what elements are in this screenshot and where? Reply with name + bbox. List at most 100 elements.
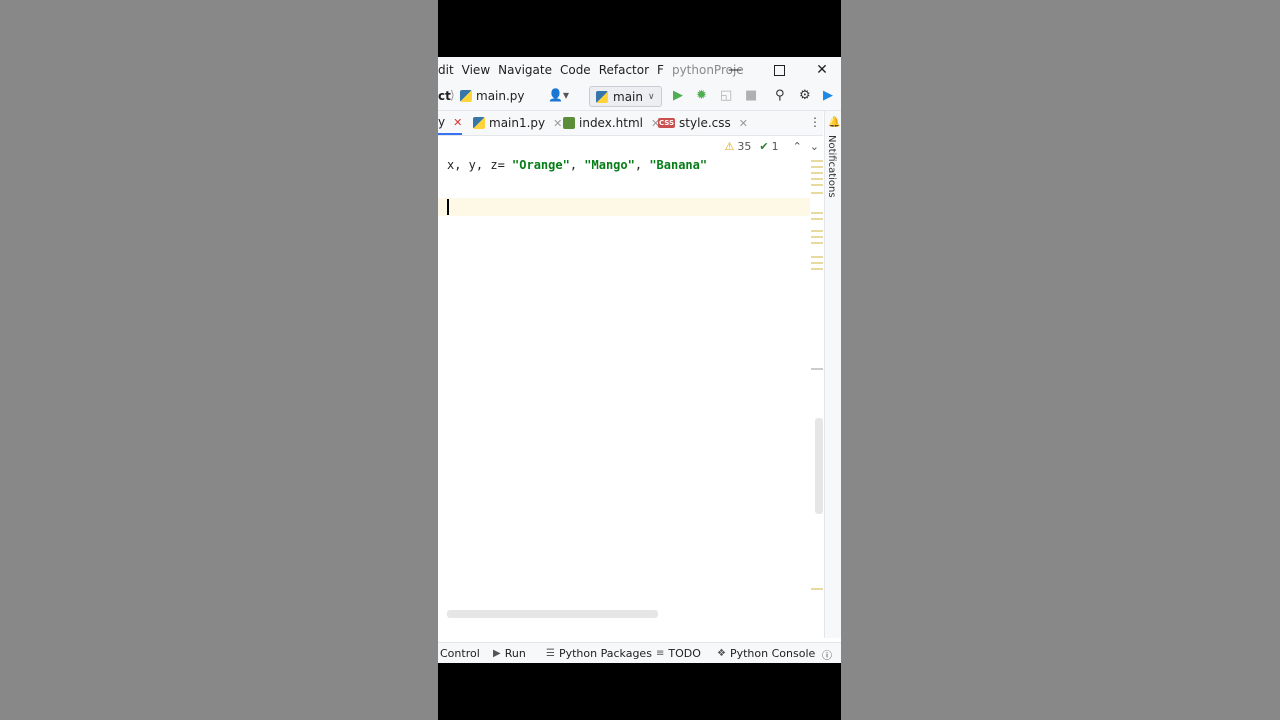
close-icon[interactable]: ✕ — [739, 117, 748, 130]
python-file-icon — [473, 117, 485, 129]
chevron-up-icon[interactable]: ⌃ — [793, 140, 802, 153]
toolbar: ct ⟩ main.py 👤▾ main ∨ ▶ ✹ ◱ ■ ⚲ ⚙ ▶ — [438, 83, 841, 111]
css-file-icon: CSS — [658, 118, 676, 128]
editor-tabs: y ✕ main1.py ✕ index.html ✕ CSS style.cs… — [438, 111, 823, 136]
tab-main-py[interactable]: y ✕ — [438, 111, 463, 135]
scroll-marker — [811, 236, 823, 238]
ide-window: dit View Navigate Code Refactor F python… — [438, 57, 841, 663]
maximize-icon — [773, 64, 785, 76]
scroll-marker — [811, 230, 823, 232]
more-tabs-icon[interactable]: ⋮ — [809, 115, 821, 129]
tool-version-control[interactable]: Control — [440, 647, 480, 660]
tab-index-html[interactable]: index.html ✕ — [563, 111, 660, 135]
layers-icon: ☰ — [546, 648, 555, 659]
python-console-icon: ❖ — [717, 648, 726, 659]
code-text: x, y, z= — [447, 158, 513, 172]
text-caret — [447, 199, 449, 215]
tool-python-packages[interactable]: ☰ Python Packages — [546, 647, 652, 660]
tool-problems[interactable]: ⓘ — [822, 647, 832, 662]
video-frame: dit View Navigate Code Refactor F python… — [438, 0, 841, 720]
run-icon[interactable]: ▶ — [673, 88, 683, 103]
python-file-icon — [460, 90, 472, 102]
tool-label: Python Packages — [558, 647, 652, 660]
breadcrumb-file-label: main.py — [476, 89, 525, 103]
current-line-highlight — [438, 198, 810, 216]
run-icon: ▶ — [493, 648, 501, 659]
scroll-marker — [811, 256, 823, 258]
python-icon — [596, 90, 608, 103]
debug-icon[interactable]: ✹ — [696, 88, 707, 103]
scroll-marker — [811, 268, 823, 270]
menu-code[interactable]: Code — [560, 63, 591, 77]
scroll-marker — [811, 184, 823, 186]
vertical-scrollbar[interactable] — [815, 418, 823, 514]
ok-indicator[interactable]: ✔ 1 — [759, 140, 778, 153]
chevron-down-icon[interactable]: ⌄ — [810, 140, 819, 153]
html-file-icon — [563, 117, 575, 129]
maximize-button[interactable] — [764, 57, 794, 83]
vcs-user-icon[interactable]: 👤▾ — [548, 88, 569, 102]
chevron-down-icon: ∨ — [647, 91, 655, 102]
scroll-marker — [811, 218, 823, 220]
scroll-marker — [811, 178, 823, 180]
breadcrumb-file[interactable]: main.py — [460, 89, 525, 103]
code-text: , — [634, 158, 650, 172]
code-line-1: x, y, z= "Orange", "Mango", "Banana" — [447, 158, 707, 172]
string-literal: "Mango" — [584, 158, 635, 172]
tool-python-console[interactable]: ❖ Python Console — [717, 647, 815, 660]
check-icon: ✔ — [759, 140, 769, 153]
info-icon: ⓘ — [822, 651, 832, 662]
minimize-icon: — — [728, 62, 742, 78]
bottom-tool-bar: Control ▶ Run ☰ Python Packages ≡ TODO ❖… — [438, 642, 841, 663]
close-icon[interactable]: ✕ — [553, 117, 562, 130]
run-config-selector[interactable]: main ∨ — [589, 86, 662, 107]
tab-label: y — [438, 115, 446, 129]
run-config-label: main — [613, 89, 643, 104]
scroll-marker — [811, 212, 823, 214]
inspection-widget[interactable]: ⚠ 35 ✔ 1 ⌃ ⌄ — [724, 140, 819, 153]
menu-navigate[interactable]: Navigate — [498, 63, 552, 77]
plugin-icon[interactable]: ▶ — [823, 88, 833, 103]
tab-label: style.css — [679, 116, 731, 130]
breadcrumb-project[interactable]: ct — [438, 89, 451, 103]
scroll-marker — [811, 172, 823, 174]
tool-label: Control — [440, 647, 480, 660]
search-icon[interactable]: ⚲ — [775, 88, 785, 103]
string-literal: "Orange" — [512, 158, 570, 172]
menu-edit[interactable]: dit — [438, 63, 454, 77]
tab-style-css[interactable]: CSS style.css ✕ — [658, 111, 748, 135]
string-literal: "Banana" — [649, 158, 708, 172]
tool-todo[interactable]: ≡ TODO — [656, 647, 701, 660]
scroll-marker — [811, 368, 823, 370]
tool-label: TODO — [668, 647, 701, 660]
code-editor[interactable]: ⚠ 35 ✔ 1 ⌃ ⌄ x, y, z= "Orange", "Mango",… — [438, 136, 823, 638]
minimize-button[interactable]: — — [720, 57, 750, 83]
close-icon[interactable]: ✕ — [453, 116, 462, 129]
menu-run[interactable]: F — [657, 63, 664, 77]
menu-view[interactable]: View — [462, 63, 490, 77]
warning-indicator[interactable]: ⚠ 35 — [724, 140, 751, 153]
close-window-button[interactable]: ✕ — [807, 57, 837, 83]
gear-icon[interactable]: ⚙ — [799, 88, 811, 103]
coverage-icon[interactable]: ◱ — [720, 88, 732, 103]
stop-icon[interactable]: ■ — [745, 88, 757, 103]
tool-label: Run — [504, 647, 526, 660]
notifications-tool-button[interactable]: Notifications — [826, 135, 837, 198]
tab-label: main1.py — [489, 116, 546, 130]
close-icon: ✕ — [816, 62, 828, 78]
scroll-marker — [811, 166, 823, 168]
scroll-marker — [811, 262, 823, 264]
horizontal-scrollbar[interactable] — [447, 610, 658, 618]
ok-count: 1 — [771, 140, 779, 153]
scroll-marker — [811, 588, 823, 590]
bell-icon[interactable]: 🔔 — [828, 117, 840, 128]
tab-main1-py[interactable]: main1.py ✕ — [473, 111, 562, 135]
warning-icon: ⚠ — [724, 140, 735, 153]
scroll-marker — [811, 242, 823, 244]
warnings-count: 35 — [737, 140, 752, 153]
menu-refactor[interactable]: Refactor — [599, 63, 649, 77]
scroll-marker — [811, 192, 823, 194]
tool-run[interactable]: ▶ Run — [493, 647, 526, 660]
tab-label: index.html — [579, 116, 643, 130]
tool-label: Python Console — [729, 647, 816, 660]
